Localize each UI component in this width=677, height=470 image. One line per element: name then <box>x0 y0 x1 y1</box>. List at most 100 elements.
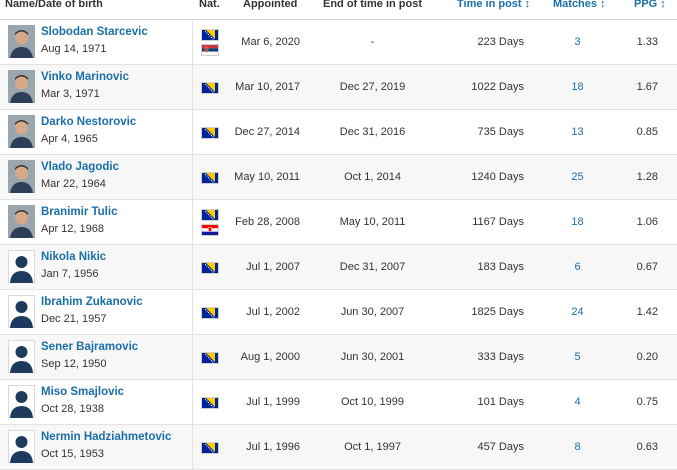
matches-link[interactable]: 3 <box>555 20 600 64</box>
end-date: - <box>370 36 375 48</box>
coach-name-link[interactable]: Nikola Nikic <box>41 251 106 263</box>
avatar-placeholder-icon[interactable] <box>8 385 35 418</box>
coach-name-link[interactable]: Sener Bajramovic <box>41 341 138 353</box>
coach-dob: Oct 15, 1953 <box>41 448 104 460</box>
appointed-date: Mar 10, 2017 <box>235 81 300 93</box>
time-in-post: 1167 Days <box>472 216 524 228</box>
coach-dob: Jan 7, 1956 <box>41 268 99 280</box>
flag-serbia-icon <box>201 44 219 56</box>
table-row: Sener Bajramovic Sep 12, 1950 Aug 1, 200… <box>0 335 677 380</box>
coach-photo[interactable] <box>8 205 35 238</box>
avatar-placeholder-icon[interactable] <box>8 250 35 283</box>
flag-croatia-icon <box>201 224 219 236</box>
time-in-post: 1825 Days <box>471 306 524 318</box>
coach-dob: Oct 28, 1938 <box>41 403 104 415</box>
time-in-post: 101 Days <box>477 396 524 408</box>
coach-dob: Aug 14, 1971 <box>41 43 107 55</box>
sort-arrow-icon[interactable]: ↕ <box>660 0 666 10</box>
table-row: Vlado Jagodic Mar 22, 1964 May 10, 2011 … <box>0 155 677 200</box>
header-matches[interactable]: Matches ↕ <box>553 0 606 12</box>
table-row: Vinko Marinovic Mar 3, 1971 Mar 10, 2017… <box>0 65 677 110</box>
ppg-value: 0.63 <box>636 441 658 453</box>
coach-photo[interactable] <box>8 115 35 148</box>
matches-link[interactable]: 4 <box>555 380 600 424</box>
ppg-value: 1.33 <box>636 36 658 48</box>
coach-photo[interactable] <box>8 160 35 193</box>
column-divider <box>192 290 193 334</box>
avatar-placeholder-icon[interactable] <box>8 295 35 328</box>
time-in-post: 1240 Days <box>471 171 524 183</box>
column-divider <box>192 155 193 199</box>
sort-arrow-icon[interactable]: ↕ <box>525 0 531 10</box>
coach-name-link[interactable]: Vinko Marinovic <box>41 71 129 83</box>
header-end-of-time[interactable]: End of time in post <box>323 0 422 12</box>
table-row: Darko Nestorovic Apr 4, 1965 Dec 27, 201… <box>0 110 677 155</box>
header-time-in-post[interactable]: Time in post ↕ <box>457 0 530 12</box>
flag-bosnia-icon <box>201 209 219 221</box>
matches-link[interactable]: 25 <box>555 155 600 199</box>
matches-link[interactable]: 18 <box>555 65 600 109</box>
end-date: Oct 1, 1997 <box>344 441 401 453</box>
end-date: Jun 30, 2001 <box>340 351 405 363</box>
coach-name-link[interactable]: Nermin Hadziahmetovic <box>41 431 171 443</box>
coach-dob: Sep 12, 1950 <box>41 358 107 370</box>
appointed-date: Feb 28, 2008 <box>235 216 300 228</box>
sort-arrow-icon[interactable]: ↕ <box>600 0 606 10</box>
table-row: Miso Smajlovic Oct 28, 1938 Jul 1, 1999 … <box>0 380 677 425</box>
avatar-placeholder-icon[interactable] <box>8 430 35 463</box>
appointed-date: Jul 1, 1999 <box>246 396 300 408</box>
ppg-value: 0.85 <box>636 126 658 138</box>
header-name-dob[interactable]: Name/Date of birth <box>5 0 103 12</box>
coach-dob: Apr 4, 1965 <box>41 133 98 145</box>
time-in-post: 183 Days <box>477 261 524 273</box>
flag-bosnia-icon <box>201 127 219 139</box>
appointed-date: Mar 6, 2020 <box>241 36 300 48</box>
flag-bosnia-icon <box>201 172 219 184</box>
end-date: Oct 1, 2014 <box>344 171 401 183</box>
table-row: Nikola Nikic Jan 7, 1956 Jul 1, 2007 Dec… <box>0 245 677 290</box>
header-ppg[interactable]: PPG ↕ <box>634 0 666 12</box>
time-in-post: 735 Days <box>477 126 524 138</box>
appointed-date: May 10, 2011 <box>234 171 300 183</box>
matches-link[interactable]: 5 <box>555 335 600 379</box>
table-header: Name/Date of birth Nat. Appointed End of… <box>0 0 677 20</box>
matches-link[interactable]: 18 <box>555 200 600 244</box>
coach-dob: Apr 12, 1968 <box>41 223 104 235</box>
matches-link[interactable]: 8 <box>555 425 600 469</box>
avatar-placeholder-icon[interactable] <box>8 340 35 373</box>
flag-bosnia-icon <box>201 352 219 364</box>
coach-photo[interactable] <box>8 70 35 103</box>
matches-link[interactable]: 6 <box>555 245 600 289</box>
coach-name-link[interactable]: Miso Smajlovic <box>41 386 124 398</box>
ppg-value: 0.67 <box>636 261 658 273</box>
column-divider <box>192 245 193 289</box>
flag-bosnia-icon <box>201 29 219 41</box>
time-in-post: 223 Days <box>477 36 524 48</box>
time-in-post: 1022 Days <box>471 81 524 93</box>
table-row: Branimir Tulic Apr 12, 1968 Feb 28, 2008… <box>0 200 677 245</box>
flag-bosnia-icon <box>201 397 219 409</box>
table-row: Ibrahim Zukanovic Dec 21, 1957 Jul 1, 20… <box>0 290 677 335</box>
appointed-date: Dec 27, 2014 <box>234 126 300 138</box>
column-divider <box>192 200 193 244</box>
coach-name-link[interactable]: Branimir Tulic <box>41 206 117 218</box>
ppg-value: 1.42 <box>636 306 658 318</box>
end-date: May 10, 2011 <box>339 216 406 228</box>
appointed-date: Aug 1, 2000 <box>240 351 300 363</box>
column-divider <box>192 20 193 64</box>
coach-name-link[interactable]: Darko Nestorovic <box>41 116 136 128</box>
end-date: Jun 30, 2007 <box>340 306 405 318</box>
coach-name-link[interactable]: Vlado Jagodic <box>41 161 119 173</box>
header-nationality: Nat. <box>199 0 220 10</box>
flag-bosnia-icon <box>201 262 219 274</box>
time-in-post: 333 Days <box>477 351 524 363</box>
end-date: Oct 10, 1999 <box>341 396 404 408</box>
coach-name-link[interactable]: Ibrahim Zukanovic <box>41 296 143 308</box>
coach-name-link[interactable]: Slobodan Starcevic <box>41 26 148 38</box>
coach-photo[interactable] <box>8 25 35 58</box>
matches-link[interactable]: 24 <box>555 290 600 334</box>
matches-link[interactable]: 13 <box>555 110 600 154</box>
column-divider <box>192 380 193 424</box>
header-appointed[interactable]: Appointed <box>243 0 297 12</box>
column-divider <box>192 335 193 379</box>
